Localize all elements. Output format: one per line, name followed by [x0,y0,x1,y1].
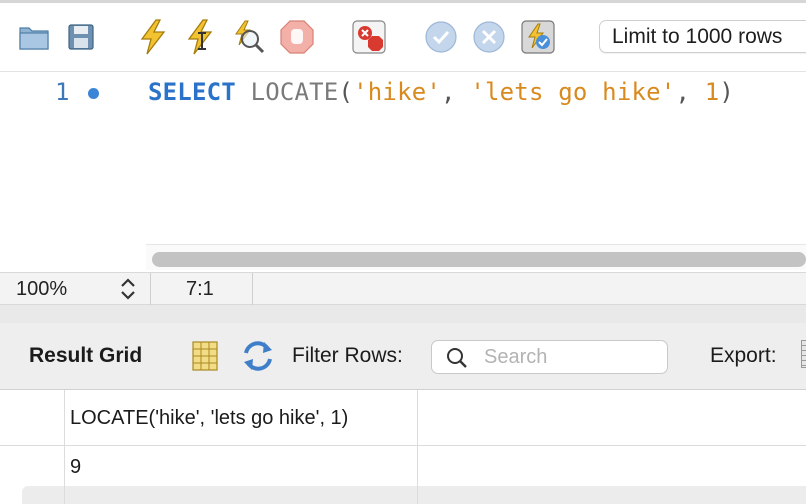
filter-rows-label: Filter Rows: [292,344,403,367]
stop-button[interactable] [280,19,314,55]
toggle-error-stop-button[interactable] [352,19,386,55]
query-toolbar: Limit to 1000 rows [0,0,806,72]
column-divider[interactable] [417,390,418,504]
autocommit-button[interactable] [521,19,555,55]
status-divider [252,273,253,305]
top-divider [0,0,806,3]
open-file-button[interactable] [17,19,51,55]
filter-search-input[interactable] [484,344,659,370]
filter-search-box[interactable] [431,340,668,374]
column-divider [64,390,65,504]
magnifier-icon [235,20,265,54]
grid-header-row: LOCATE('hike', 'lets go hike', 1) [0,390,806,446]
row-limit-select[interactable]: Limit to 1000 rows [599,20,806,53]
sql-arg-substring: 'hike' [353,78,442,106]
panel-splitter[interactable] [0,305,806,323]
sql-open-paren: ( [338,78,354,106]
execute-all-button[interactable] [136,19,170,55]
autocommit-icon [521,20,555,54]
lightning-icon [140,19,166,55]
result-grid: LOCATE('hike', 'lets go hike', 1) 9 [0,390,806,504]
sql-statement[interactable]: SELECT LOCATE('hike', 'lets go hike', 1) [148,78,734,106]
table-cell[interactable]: 9 [70,456,81,479]
zoom-stepper-icon[interactable] [118,277,138,301]
result-grid-tab[interactable]: Result Grid [29,344,142,368]
stop-hand-icon [280,20,314,54]
sql-arg-string: 'lets go hike' [470,78,676,106]
export-label: Export: [710,344,777,367]
floppy-icon [68,24,94,50]
search-icon [447,348,467,368]
folder-icon [19,27,49,50]
status-divider [150,273,151,305]
refresh-icon[interactable] [241,340,275,372]
x-icon [473,21,505,53]
sql-keyword: SELECT [148,78,236,106]
line-number: 1 [55,78,70,106]
horizontal-scroll-thumb[interactable] [152,252,806,267]
table-row[interactable]: 9 [0,446,806,486]
save-file-button[interactable] [64,19,98,55]
sql-close-paren: ) [719,78,735,106]
export-icon[interactable] [801,340,806,368]
column-header[interactable]: LOCATE('hike', 'lets go hike', 1) [70,407,348,430]
check-icon [425,21,457,53]
rollback-button[interactable] [472,19,506,55]
result-toolbar: Result Grid Filter Rows: Export: [0,323,806,390]
sql-function: LOCATE [250,78,339,106]
grid-view-icon[interactable] [191,341,219,371]
error-stop-icon [352,20,386,54]
sql-arg-position: 1 [704,78,720,106]
statement-marker [88,88,99,99]
zoom-level: 100% [16,278,68,300]
editor-status-bar: 100% 7:1 [0,272,806,305]
sql-comma: , [675,78,705,106]
explain-button[interactable] [231,19,265,55]
sql-editor[interactable]: 1 SELECT LOCATE('hike', 'lets go hike', … [0,72,806,272]
lightning-cursor-icon [187,19,213,55]
sql-comma: , [441,78,471,106]
empty-new-row[interactable] [22,486,806,504]
execute-current-button[interactable] [184,19,218,55]
commit-button[interactable] [424,19,458,55]
cursor-position: 7:1 [186,278,214,300]
row-limit-label: Limit to 1000 rows [612,24,783,48]
